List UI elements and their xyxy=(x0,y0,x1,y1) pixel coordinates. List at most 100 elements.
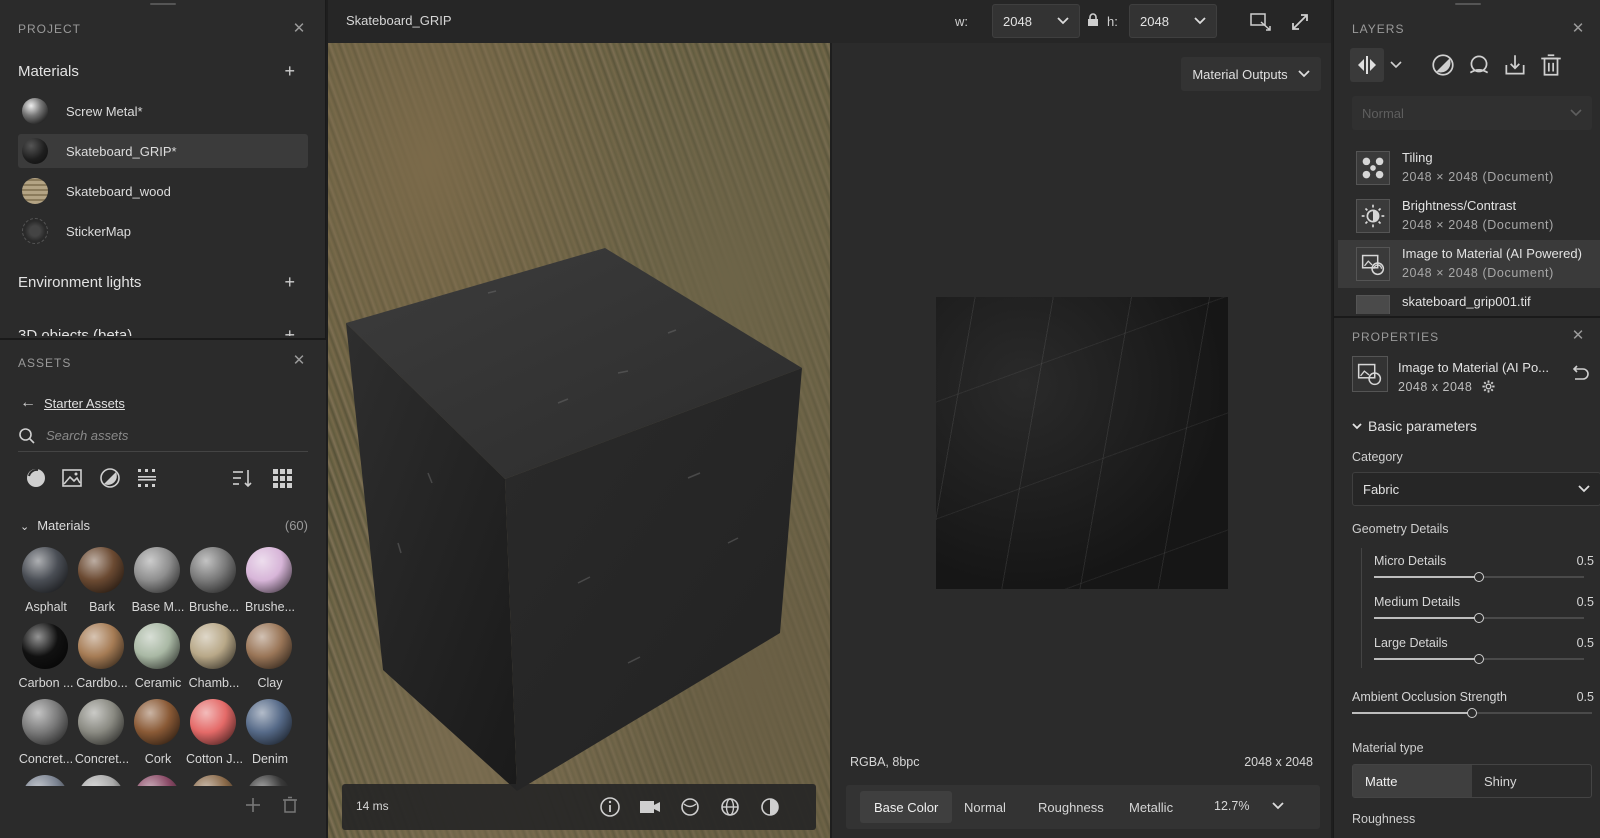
layer-row[interactable]: skateboard_grip001.tif xyxy=(1338,288,1600,314)
asset-material-tile[interactable]: Cardbo... xyxy=(74,618,130,693)
ambient-occlusion-slider[interactable]: Ambient Occlusion Strength 0.5 xyxy=(1352,690,1594,730)
slider-value[interactable]: 0.5 xyxy=(1577,595,1594,609)
materials-filter-icon[interactable] xyxy=(24,466,48,490)
large-details-slider[interactable]: Large Details 0.5 xyxy=(1374,636,1594,676)
chevron-down-icon[interactable] xyxy=(1390,61,1402,69)
sort-icon[interactable] xyxy=(230,466,254,490)
images-filter-icon[interactable] xyxy=(60,466,84,490)
matte-option[interactable]: Matte xyxy=(1353,765,1472,797)
asset-material-tile[interactable]: Concret... xyxy=(18,694,74,769)
grid-view-icon[interactable] xyxy=(270,466,294,490)
micro-details-slider[interactable]: Micro Details 0.5 xyxy=(1374,554,1594,594)
materials-group-header[interactable]: ⌄ Materials (60) xyxy=(20,518,308,533)
channel-roughness[interactable]: Roughness xyxy=(1024,791,1118,823)
asset-material-tile[interactable]: Cotton J... xyxy=(186,694,242,769)
channel-metallic[interactable]: Metallic xyxy=(1115,791,1187,823)
object-icon[interactable] xyxy=(678,795,702,819)
gear-icon[interactable] xyxy=(1482,380,1495,393)
slider-track[interactable] xyxy=(1374,613,1584,623)
project-material-row[interactable]: StickerMap xyxy=(18,214,308,248)
shiny-option[interactable]: Shiny xyxy=(1472,765,1591,797)
blend-mode-dropdown[interactable]: Normal xyxy=(1352,96,1592,130)
panel-grip[interactable] xyxy=(1455,3,1481,5)
channel-base-color[interactable]: Base Color xyxy=(860,791,953,823)
lighting-icon[interactable] xyxy=(758,795,782,819)
slider-handle[interactable] xyxy=(1474,654,1484,664)
project-material-row[interactable]: Skateboard_wood xyxy=(18,174,308,208)
filters-filter-icon[interactable] xyxy=(98,466,122,490)
add-3d-object-icon[interactable]: + xyxy=(284,326,295,336)
export-icon[interactable] xyxy=(1502,52,1528,78)
slider-handle[interactable] xyxy=(1474,572,1484,582)
layer-row-selected[interactable]: Image to Material (AI Powered) 2048 × 20… xyxy=(1338,240,1600,288)
asset-material-tile[interactable] xyxy=(74,770,130,786)
channel-normal[interactable]: Normal xyxy=(950,791,1020,823)
project-material-row[interactable]: Screw Metal* xyxy=(18,94,308,128)
width-dropdown[interactable]: 2048 xyxy=(992,4,1080,38)
chevron-down-icon[interactable] xyxy=(1272,802,1284,810)
info-icon[interactable] xyxy=(598,795,622,819)
asset-material-tile[interactable]: Brushe... xyxy=(242,542,298,617)
layer-row[interactable]: Brightness/Contrast 2048 × 2048 (Documen… xyxy=(1338,192,1600,240)
slider-value[interactable]: 0.5 xyxy=(1577,690,1594,704)
medium-details-slider[interactable]: Medium Details 0.5 xyxy=(1374,595,1594,635)
back-link[interactable]: ← Starter Assets xyxy=(20,394,125,412)
material-outputs-dropdown[interactable]: Material Outputs xyxy=(1181,57,1321,91)
slider-track[interactable] xyxy=(1352,708,1592,718)
category-dropdown[interactable]: Fabric xyxy=(1352,472,1600,506)
slider-value[interactable]: 0.5 xyxy=(1577,554,1594,568)
asset-material-tile[interactable] xyxy=(242,770,298,786)
slider-handle[interactable] xyxy=(1467,708,1477,718)
close-properties-icon[interactable]: ✕ xyxy=(1571,328,1585,343)
3d-viewport[interactable] xyxy=(328,43,830,838)
asset-material-tile[interactable]: Asphalt xyxy=(18,542,74,617)
asset-material-tile[interactable]: Denim xyxy=(242,694,298,769)
compare-view-icon[interactable] xyxy=(1249,10,1273,34)
add-asset-icon[interactable] xyxy=(243,795,263,815)
asset-material-tile[interactable] xyxy=(186,770,242,786)
search-input[interactable] xyxy=(46,428,286,443)
project-material-row-selected[interactable]: Skateboard_GRIP* xyxy=(18,134,308,168)
fill-layer-icon[interactable] xyxy=(1430,52,1456,78)
camera-icon[interactable] xyxy=(638,795,662,819)
slider-track[interactable] xyxy=(1374,572,1584,582)
panel-grip[interactable] xyxy=(150,3,176,5)
asset-material-tile[interactable]: Clay xyxy=(242,618,298,693)
layer-row[interactable]: Tiling 2048 × 2048 (Document) xyxy=(1338,144,1600,192)
starter-assets-link[interactable]: Starter Assets xyxy=(44,396,125,411)
asset-material-tile[interactable]: Ceramic xyxy=(130,618,186,693)
asset-material-tile[interactable] xyxy=(130,770,186,786)
height-dropdown[interactable]: 2048 xyxy=(1129,4,1217,38)
environment-icon[interactable] xyxy=(718,795,742,819)
slider-track[interactable] xyxy=(1374,654,1584,664)
reset-icon[interactable] xyxy=(1570,364,1590,382)
mask-icon[interactable] xyxy=(1466,52,1492,78)
add-material-icon[interactable]: + xyxy=(284,62,295,80)
delete-layer-icon[interactable] xyxy=(1538,52,1564,78)
basic-parameters-toggle[interactable]: Basic parameters xyxy=(1352,418,1477,434)
asset-material-tile[interactable]: Base M... xyxy=(130,542,186,617)
2d-viewport[interactable]: Material Outputs RGBA, 8bpc 2048 x 2048 … xyxy=(832,43,1331,838)
add-layer-button[interactable] xyxy=(1350,48,1384,82)
delete-asset-icon[interactable] xyxy=(280,795,300,815)
add-environment-icon[interactable]: + xyxy=(284,273,295,291)
search-box[interactable] xyxy=(18,420,308,452)
lock-icon[interactable] xyxy=(1087,13,1099,27)
asset-material-tile[interactable]: Chamb... xyxy=(186,618,242,693)
slider-value[interactable]: 0.5 xyxy=(1577,636,1594,650)
close-project-icon[interactable]: ✕ xyxy=(292,21,306,36)
close-layers-icon[interactable]: ✕ xyxy=(1571,21,1585,36)
asset-material-tile[interactable]: Concret... xyxy=(74,694,130,769)
close-assets-icon[interactable]: ✕ xyxy=(292,353,306,368)
asset-material-tile[interactable] xyxy=(18,770,74,786)
panel-divider xyxy=(1334,316,1600,318)
zoom-level[interactable]: 12.7% xyxy=(1214,799,1249,813)
asset-material-tile[interactable]: Bark xyxy=(74,542,130,617)
expand-icon[interactable] xyxy=(1288,10,1312,34)
slider-handle[interactable] xyxy=(1474,613,1484,623)
asset-material-tile[interactable]: Brushe... xyxy=(186,542,242,617)
material-sphere-thumb xyxy=(22,547,68,593)
patterns-filter-icon[interactable] xyxy=(135,466,159,490)
asset-material-tile[interactable]: Carbon ... xyxy=(18,618,74,693)
asset-material-tile[interactable]: Cork xyxy=(130,694,186,769)
